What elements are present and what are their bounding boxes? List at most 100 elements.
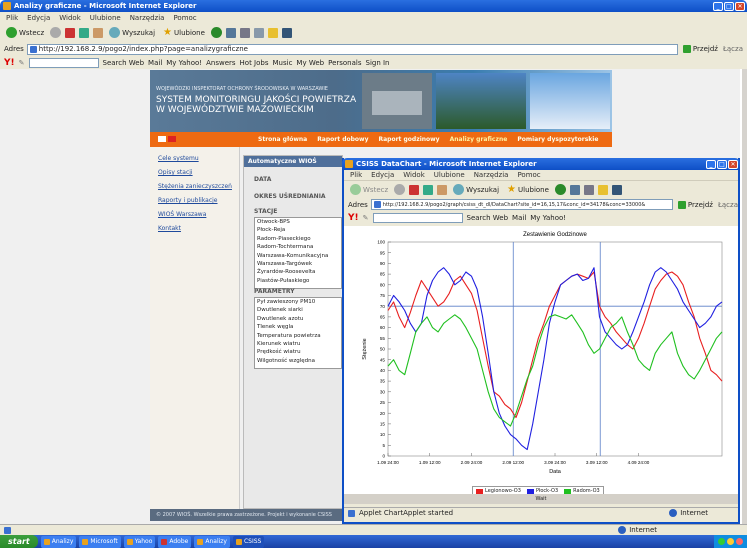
favorites-button[interactable]: ★ Ulubione: [161, 27, 207, 38]
stop-icon[interactable]: [65, 27, 76, 38]
tray-icon[interactable]: [718, 538, 725, 545]
pencil-icon[interactable]: ✎: [363, 214, 369, 222]
nav-home[interactable]: Strona główna: [258, 136, 307, 143]
folder-icon[interactable]: [267, 27, 278, 38]
search-button[interactable]: Wyszukaj: [451, 184, 501, 195]
search-button[interactable]: Wyszukaj: [107, 27, 157, 38]
popup-address-input[interactable]: http://192.168.2.9/pogo2/graph/csiss_dt_…: [370, 199, 673, 210]
menu-help[interactable]: Pomoc: [517, 171, 540, 179]
print-icon[interactable]: [583, 184, 594, 195]
stations-list[interactable]: Otwock-BPS Płock-Reja Radom-Piaseckiego …: [254, 217, 342, 289]
parameters-list[interactable]: Pył zawieszony PM10 Dwutlenek siarki Dwu…: [254, 297, 342, 369]
menu-view[interactable]: Widok: [403, 171, 425, 179]
popup-close-button[interactable]: ✕: [728, 159, 738, 169]
station-option[interactable]: Otwock-BPS: [255, 218, 341, 226]
pencil-icon[interactable]: ✎: [19, 59, 25, 67]
yahoo-search-input[interactable]: [372, 212, 463, 223]
edit-icon[interactable]: [253, 27, 264, 38]
mail-icon[interactable]: [225, 27, 236, 38]
tab-automatic[interactable]: Automatyczne WIOŚ: [244, 156, 342, 167]
go-button[interactable]: Przejdź: [681, 45, 720, 53]
nav-daily-report[interactable]: Raport dobowy: [317, 136, 368, 143]
menu-edit[interactable]: Edycja: [371, 171, 394, 179]
sidebar-item-reports[interactable]: Raporty i publikacje: [158, 197, 232, 209]
yahoo-item[interactable]: Hot Jobs: [240, 59, 269, 67]
refresh-icon[interactable]: [423, 184, 434, 195]
sidebar-item-concentrations[interactable]: Stężenia zanieczyszczeń: [158, 183, 232, 195]
close-button[interactable]: ✕: [735, 1, 745, 11]
yahoo-item[interactable]: Personals: [328, 59, 361, 67]
parameter-option[interactable]: Wilgotność względna: [255, 357, 341, 365]
popup-minimize-button[interactable]: _: [706, 159, 716, 169]
sidebar-item-wios[interactable]: WIOŚ Warszawa: [158, 211, 232, 223]
taskbar-item[interactable]: Microsoft: [79, 535, 121, 548]
history-icon[interactable]: [210, 27, 222, 38]
yahoo-item[interactable]: Mail: [512, 214, 526, 222]
taskbar-item[interactable]: Analizy: [194, 535, 230, 548]
minimize-button[interactable]: _: [713, 1, 723, 11]
sidebar-item-goals[interactable]: Cele systemu: [158, 155, 232, 167]
parameter-option[interactable]: Prędkość wiatru: [255, 348, 341, 356]
station-option[interactable]: Radom-Piaseckiego: [255, 235, 341, 243]
go-button[interactable]: Przejdź: [676, 200, 715, 209]
stop-icon[interactable]: [409, 184, 420, 195]
menu-favorites[interactable]: Ulubione: [90, 14, 121, 22]
yahoo-search-button[interactable]: Search Web: [103, 59, 145, 67]
yahoo-logo[interactable]: Y!: [4, 58, 15, 68]
station-option[interactable]: Warszawa-Komunikacyjna: [255, 252, 341, 260]
station-option[interactable]: Warszawa-Targówek: [255, 260, 341, 268]
menu-favorites[interactable]: Ulubione: [434, 171, 465, 179]
print-icon[interactable]: [239, 27, 250, 38]
parameter-option[interactable]: Pył zawieszony PM10: [255, 298, 341, 306]
back-button[interactable]: Wstecz: [4, 27, 46, 38]
favorites-button[interactable]: ★ Ulubione: [505, 184, 551, 195]
station-option[interactable]: Płock-Reja: [255, 226, 341, 234]
mail-icon[interactable]: [569, 184, 580, 195]
yahoo-item[interactable]: Answers: [206, 59, 235, 67]
start-button[interactable]: start: [0, 535, 38, 548]
folder-icon[interactable]: [597, 184, 608, 195]
parameter-option[interactable]: Temperatura powietrza: [255, 332, 341, 340]
sidebar-item-contact[interactable]: Kontakt: [158, 225, 232, 237]
forward-icon[interactable]: [394, 184, 406, 195]
yahoo-search-input[interactable]: [28, 57, 99, 68]
taskbar-item[interactable]: Yahoo: [123, 535, 156, 548]
yahoo-item[interactable]: Mail: [148, 59, 162, 67]
menu-file[interactable]: Plik: [6, 14, 18, 22]
popup-maximize-button[interactable]: □: [717, 159, 727, 169]
menu-file[interactable]: Plik: [350, 171, 362, 179]
yahoo-item[interactable]: My Web: [296, 59, 324, 67]
menu-tools[interactable]: Narzędzia: [130, 14, 165, 22]
tray-icon[interactable]: [727, 538, 734, 545]
menu-edit[interactable]: Edycja: [27, 14, 50, 22]
links-label[interactable]: Łącza: [723, 45, 743, 53]
nav-hourly-report[interactable]: Raport godzinowy: [378, 136, 439, 143]
links-label[interactable]: Łącza: [718, 201, 738, 209]
yahoo-item[interactable]: My Yahoo!: [530, 214, 566, 222]
taskbar-item-active[interactable]: CSISS: [232, 535, 265, 548]
parameter-option[interactable]: Tlenek węgla: [255, 323, 341, 331]
sidebar-item-stations[interactable]: Opisy stacji: [158, 169, 232, 181]
parameter-option[interactable]: Dwutlenek azotu: [255, 315, 341, 323]
taskbar-item[interactable]: Adobe: [158, 535, 192, 548]
maximize-button[interactable]: □: [724, 1, 734, 11]
messenger-icon[interactable]: [611, 184, 622, 195]
tray-icon[interactable]: [736, 538, 743, 545]
station-option[interactable]: Żyrardów-Roosevelta: [255, 268, 341, 276]
nav-dispatch[interactable]: Pomiary dyspozytorskie: [517, 136, 598, 143]
main-scrollbar[interactable]: [742, 69, 747, 524]
home-icon[interactable]: [93, 27, 104, 38]
yahoo-logo[interactable]: Y!: [348, 213, 359, 223]
refresh-icon[interactable]: [79, 27, 90, 38]
taskbar-item[interactable]: Analizy: [40, 535, 77, 548]
messenger-icon[interactable]: [281, 27, 292, 38]
station-option[interactable]: Piastów-Pułaskiego: [255, 277, 341, 285]
nav-graph-analysis[interactable]: Analizy graficzne: [450, 136, 508, 143]
yahoo-item[interactable]: My Yahoo!: [166, 59, 202, 67]
yahoo-item[interactable]: Sign In: [366, 59, 390, 67]
home-icon[interactable]: [437, 184, 448, 195]
menu-tools[interactable]: Narzędzia: [474, 171, 509, 179]
forward-icon[interactable]: [50, 27, 62, 38]
history-icon[interactable]: [554, 184, 566, 195]
menu-help[interactable]: Pomoc: [173, 14, 196, 22]
